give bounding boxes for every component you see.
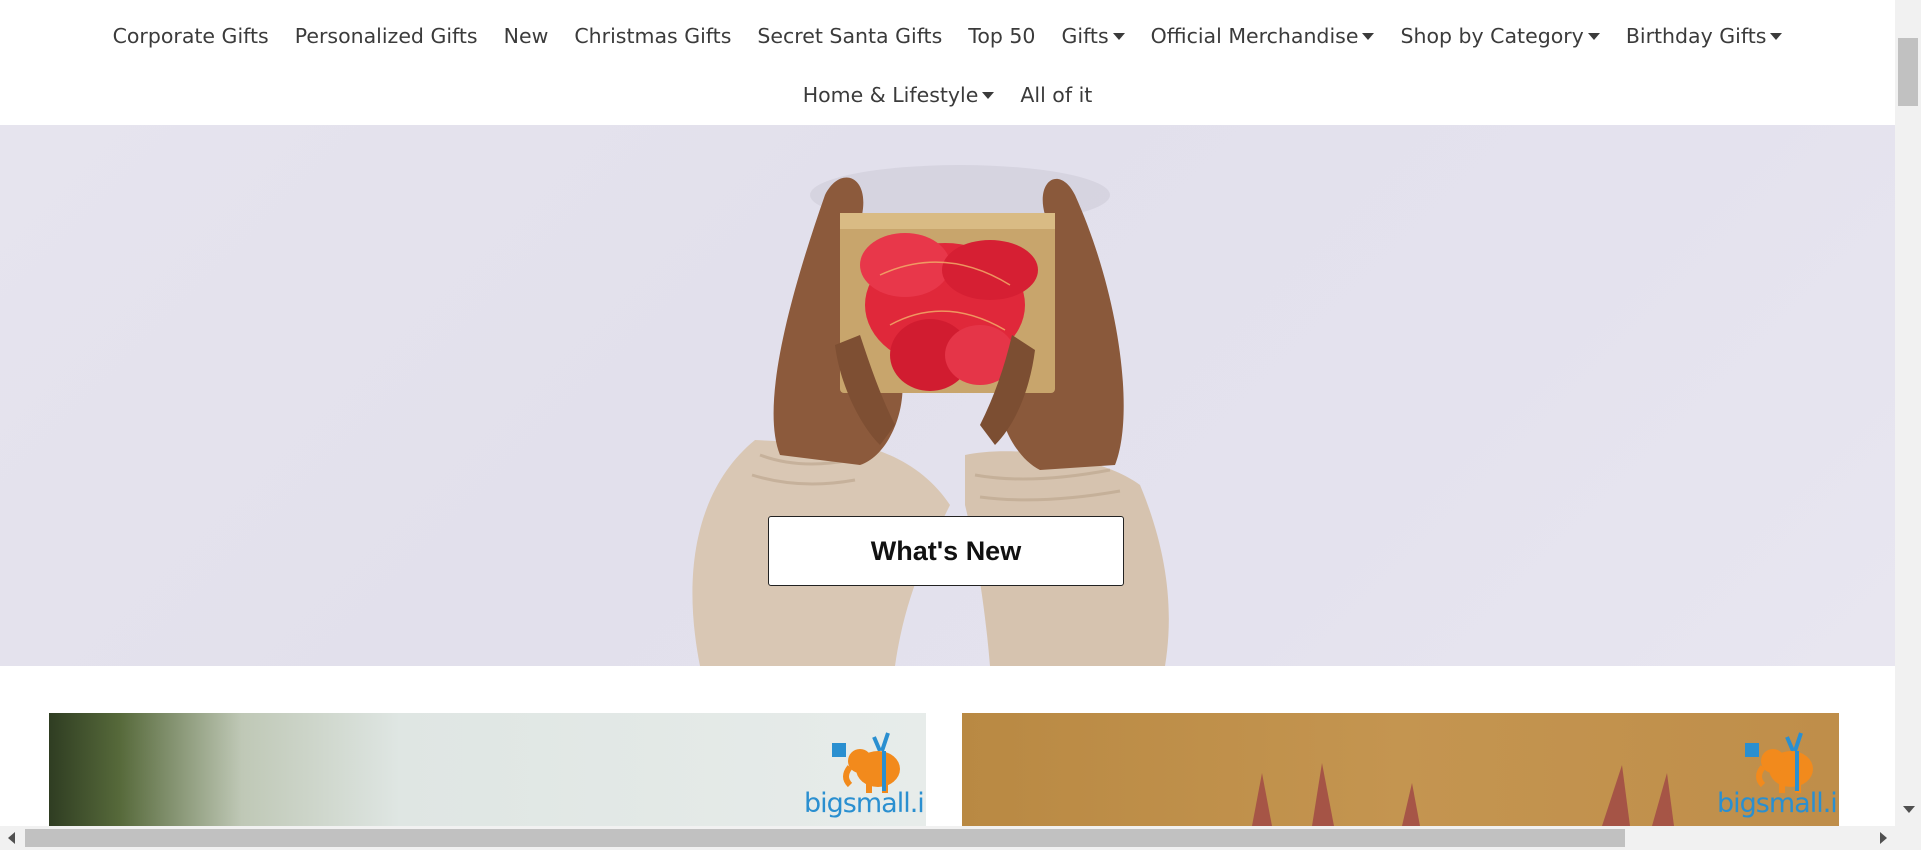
nav-item-secret-santa-gifts[interactable]: Secret Santa Gifts xyxy=(744,24,955,48)
nav-item-label: Birthday Gifts xyxy=(1625,24,1767,48)
nav-item-label: All of it xyxy=(1020,83,1093,107)
nav-item-label: Official Merchandise xyxy=(1150,24,1359,48)
whats-new-button[interactable]: What's New xyxy=(768,516,1124,586)
nav-item-label: Shop by Category xyxy=(1400,24,1584,48)
nav-item-label: Personalized Gifts xyxy=(294,24,478,48)
nav-item-new[interactable]: New xyxy=(491,24,562,48)
nav-item-shop-by-category[interactable]: Shop by Category xyxy=(1387,24,1612,48)
brand-wordmark: bigsmall.in xyxy=(1717,788,1839,819)
nav-item-corporate-gifts[interactable]: Corporate Gifts xyxy=(100,24,282,48)
hero-banner: What's New xyxy=(0,125,1895,666)
nav-item-label: Top 50 xyxy=(968,24,1036,48)
nav-item-gifts[interactable]: Gifts xyxy=(1048,24,1137,48)
caret-down-icon xyxy=(1112,32,1125,40)
nav-item-label: Gifts xyxy=(1061,24,1109,48)
nav-row-secondary: Home & Lifestyle All of it xyxy=(0,73,1895,117)
nav-item-all-of-it[interactable]: All of it xyxy=(1007,83,1105,107)
nav-item-label: Christmas Gifts xyxy=(574,24,732,48)
nav-item-home-lifestyle[interactable]: Home & Lifestyle xyxy=(790,83,1008,107)
nav-item-label: Secret Santa Gifts xyxy=(757,24,943,48)
nav-item-top-50[interactable]: Top 50 xyxy=(955,24,1048,48)
nav-item-birthday-gifts[interactable]: Birthday Gifts xyxy=(1613,24,1796,48)
vertical-scrollbar[interactable] xyxy=(1895,0,1921,826)
scroll-right-arrow-icon[interactable] xyxy=(1880,832,1887,844)
nav-item-label: New xyxy=(503,24,549,48)
page: Corporate Gifts Personalized Gifts New Chri… xyxy=(0,0,1895,826)
horizontal-scrollbar-thumb[interactable] xyxy=(25,829,1625,847)
nav-item-personalized-gifts[interactable]: Personalized Gifts xyxy=(282,24,491,48)
plant-image xyxy=(1252,763,1674,826)
scroll-left-arrow-icon[interactable] xyxy=(8,832,15,844)
promo-card-right[interactable]: bigsmall.in xyxy=(962,713,1839,826)
nav-item-label: Home & Lifestyle xyxy=(802,83,979,107)
vertical-scrollbar-thumb[interactable] xyxy=(1898,38,1918,106)
caret-down-icon xyxy=(1362,32,1375,40)
caret-down-icon xyxy=(1587,32,1600,40)
caret-down-icon xyxy=(1770,32,1783,40)
nav-row-primary: Corporate Gifts Personalized Gifts New Chri… xyxy=(0,14,1895,58)
caret-down-icon xyxy=(982,91,995,99)
main-navigation: Corporate Gifts Personalized Gifts New Chri… xyxy=(0,0,1895,125)
scroll-down-arrow-icon[interactable] xyxy=(1903,806,1915,813)
promo-card-left[interactable]: bigsmall.in xyxy=(49,713,926,826)
nav-item-christmas-gifts[interactable]: Christmas Gifts xyxy=(561,24,744,48)
nav-item-official-merchandise[interactable]: Official Merchandise xyxy=(1138,24,1388,48)
nav-item-label: Corporate Gifts xyxy=(112,24,269,48)
brand-wordmark: bigsmall.in xyxy=(804,788,926,819)
